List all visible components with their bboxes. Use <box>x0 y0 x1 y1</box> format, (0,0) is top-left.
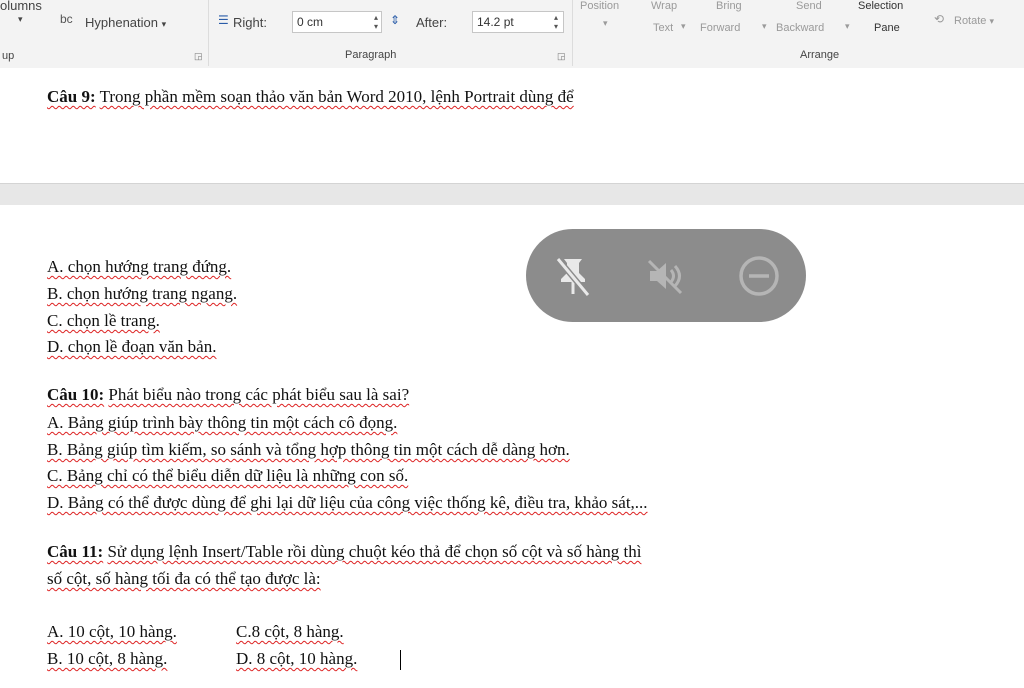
option-line: D. chọn lề đoạn văn bản. <box>47 337 217 356</box>
chevron-down-icon: ▾ <box>681 21 686 31</box>
indent-right-value: 0 cm <box>297 15 324 29</box>
option-line: B. chọn hướng trang ngang. <box>47 284 238 303</box>
hyphenation-label: Hyphenation <box>85 15 158 30</box>
rotate-button[interactable]: Rotate ▾ <box>954 15 994 27</box>
spacing-after-icon: ⇕ <box>390 13 401 27</box>
question-text: Trong phần mềm soạn thảo văn bản Word 20… <box>99 87 574 106</box>
option-line: D. Bảng có thể được dùng để ghi lại dữ l… <box>47 493 648 512</box>
indent-right-icon: ☰ <box>218 13 229 27</box>
option-line: D. 8 cột, 10 hàng. <box>236 649 358 668</box>
send-backward-button-line2[interactable]: Backward <box>776 22 824 34</box>
chevron-down-icon: ▾ <box>603 18 608 28</box>
page-setup-launcher-icon[interactable]: ◲ <box>194 51 203 62</box>
floating-control-bar <box>526 229 806 322</box>
spacing-after-spinner[interactable]: ▴ ▾ <box>552 13 560 31</box>
paragraph-launcher-icon[interactable]: ◲ <box>557 51 566 62</box>
question-text: Sử dụng lệnh Insert/Table rồi dùng chuột… <box>107 542 642 561</box>
option-line: C. chọn lề trang. <box>47 311 160 330</box>
arrange-group-label: Arrange <box>800 49 840 61</box>
question-text: Phát biểu nào trong các phát biểu sau là… <box>108 385 410 404</box>
hyphenation-icon[interactable]: bc <box>60 12 73 26</box>
indent-right-label: Right: <box>233 15 267 30</box>
chevron-down-icon: ▾ <box>762 21 767 31</box>
question-11: Câu 11: Sử dụng lệnh Insert/Table rồi dù… <box>47 542 641 562</box>
option-line: C.8 cột, 8 hàng. <box>236 622 344 641</box>
rotate-label: Rotate <box>954 15 987 27</box>
paragraph-group-label: Paragraph <box>345 49 397 61</box>
unpin-icon[interactable] <box>548 251 598 301</box>
option-line: C. Bảng chỉ có thể biểu diễn dữ liệu là … <box>47 466 409 485</box>
minimize-icon[interactable] <box>734 251 784 301</box>
rotate-icon: ⟲ <box>934 12 945 26</box>
selection-pane-button-line1[interactable]: Selection <box>858 0 903 12</box>
columns-dropdown-arrow[interactable]: ▾ <box>18 14 23 25</box>
option-line: A. Bảng giúp trình bày thông tin một các… <box>47 413 398 432</box>
option-line: B. 10 cột, 8 hàng. <box>47 649 168 668</box>
indent-right-spinner[interactable]: ▴ ▾ <box>372 13 380 31</box>
question-number: Câu 9: <box>47 87 96 106</box>
chevron-down-icon: ▾ <box>161 19 167 29</box>
mute-icon[interactable] <box>640 251 690 301</box>
spacing-after-input[interactable]: 14.2 pt <box>472 11 564 33</box>
position-button[interactable]: Position <box>580 0 619 12</box>
page-setup-group-label: up <box>2 50 15 62</box>
wrap-text-button-line1[interactable]: Wrap <box>651 0 677 12</box>
question-text-continued: số cột, số hàng tối đa có thể tạo được l… <box>47 569 321 588</box>
option-line: A. 10 cột, 10 hàng. <box>47 622 177 641</box>
text-cursor <box>400 650 401 670</box>
question-10: Câu 10: Phát biểu nào trong các phát biể… <box>47 385 409 405</box>
question-number: Câu 11: <box>47 542 104 561</box>
group-divider <box>208 0 209 66</box>
question-number: Câu 10: <box>47 385 105 404</box>
option-line: A. chọn hướng trang đứng. <box>47 257 232 276</box>
page-break-gap <box>0 183 1024 207</box>
chevron-down-icon: ▾ <box>845 21 850 31</box>
question-9: Câu 9: Trong phần mềm soạn thảo văn bản … <box>47 87 574 107</box>
group-divider <box>572 0 573 66</box>
spacing-after-label: After: <box>416 15 448 30</box>
option-line: B. Bảng giúp tìm kiếm, so sánh và tổng h… <box>47 440 570 459</box>
bring-forward-button-line2[interactable]: Forward <box>700 22 740 34</box>
hyphenation-button[interactable]: Hyphenation ▾ <box>85 15 166 30</box>
indent-right-input[interactable]: 0 cm <box>292 11 382 33</box>
ribbon: olumns ▾ up bc Hyphenation ▾ ◲ ☰ Right: … <box>0 0 1024 69</box>
bring-forward-button-line1[interactable]: Bring <box>716 0 742 12</box>
hyphenation-glyph: bc <box>60 12 73 26</box>
spacing-after-value: 14.2 pt <box>477 15 514 29</box>
selection-pane-button-line2[interactable]: Pane <box>874 22 900 34</box>
columns-button-label[interactable]: olumns <box>0 0 42 13</box>
document-page <box>0 68 1024 183</box>
wrap-text-button-line2[interactable]: Text <box>653 22 673 34</box>
send-backward-button-line1[interactable]: Send <box>796 0 822 12</box>
chevron-down-icon: ▾ <box>989 16 995 26</box>
